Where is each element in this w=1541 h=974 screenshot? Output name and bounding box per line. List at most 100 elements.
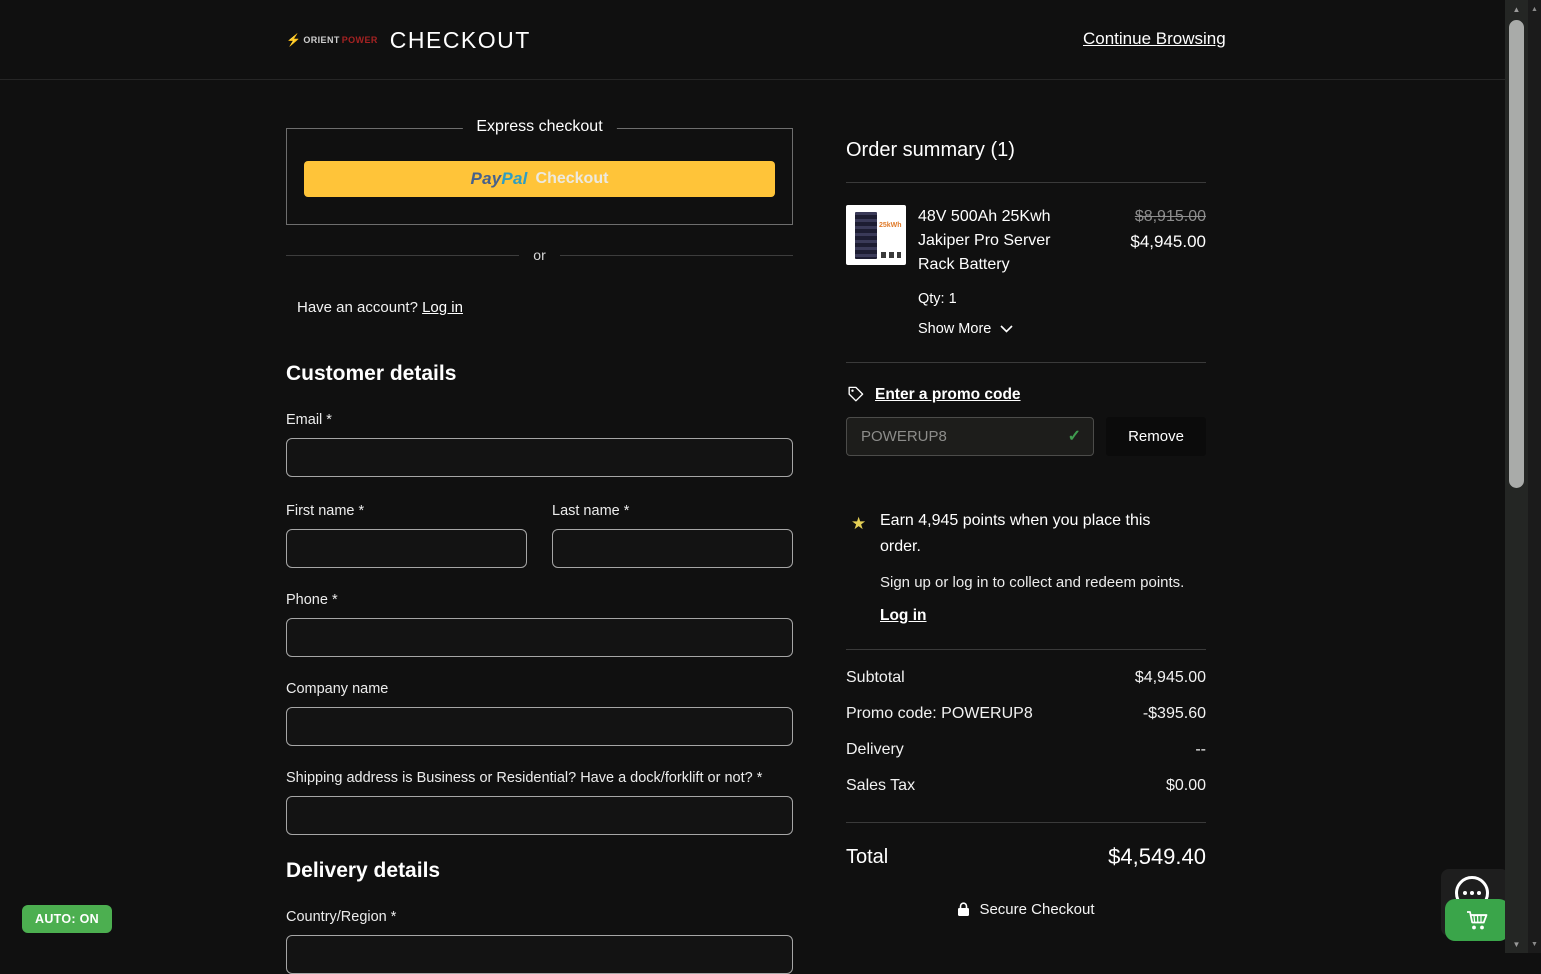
product-image: 25kWh [846,205,906,265]
original-price: $8,915.00 [1130,205,1206,229]
rewards-points-block: ★ Earn 4,945 points when you place this … [846,508,1206,625]
divider [846,362,1206,363]
express-checkout-box: Express checkout PayPal Checkout [286,128,793,225]
promo-discount-label: Promo code: POWERUP8 [846,696,1033,732]
or-divider: or [286,247,793,263]
delivery-row: Delivery -- [846,732,1206,768]
price-block: $8,915.00 $4,945.00 [1130,205,1206,277]
page-title: CHECKOUT [390,27,531,54]
chat-dot [1477,891,1481,895]
promo-discount-row: Promo code: POWERUP8 -$395.60 [846,696,1206,732]
cart-item: 25kWh 48V 500Ah 25Kwh Jakiper Pro Server… [846,205,1206,277]
country-region-label: Country/Region * [286,907,793,927]
last-name-group: Last name * [552,477,793,568]
email-label: Email * [286,410,793,430]
express-checkout-legend: Express checkout [462,118,616,136]
show-more-label: Show More [918,318,991,340]
last-name-field[interactable] [552,529,793,568]
secure-checkout-row: Secure Checkout [846,901,1206,918]
divider [846,649,1206,650]
promo-code-link-row[interactable]: Enter a promo code [846,385,1206,404]
paypal-checkout-button[interactable]: PayPal Checkout [304,161,775,197]
shipping-question-label: Shipping address is Business or Resident… [286,768,793,788]
scrollbar-thumb[interactable] [1509,20,1524,488]
email-field[interactable] [286,438,793,477]
divider-line [560,255,793,256]
or-text: or [533,247,545,263]
order-summary-panel: Order summary (1) 25kWh 48V 500Ah 25Kwh … [846,80,1206,918]
last-name-label: Last name * [552,501,793,521]
account-row: Have an account? Log in [286,299,793,316]
country-region-field[interactable] [286,935,793,974]
brand-power-text: POWER [342,35,378,45]
delivery-value: -- [1195,732,1206,768]
delivery-details-heading: Delivery details [286,857,793,885]
points-login-link[interactable]: Log in [880,607,927,625]
divider [846,822,1206,823]
promo-input-wrap: ✓ [846,417,1094,456]
subtotal-label: Subtotal [846,660,905,696]
promo-code-row: ✓ Remove [846,417,1206,456]
login-link[interactable]: Log in [422,299,463,316]
scroll-up-arrow[interactable]: ▲ [1528,1,1541,17]
company-name-label: Company name [286,679,793,699]
continue-browsing-link[interactable]: Continue Browsing [1083,29,1226,49]
item-quantity: Qty: 1 [918,289,1206,309]
orient-power-logo: ⚡ ORIENT POWER [286,34,378,46]
phone-label: Phone * [286,590,793,610]
chat-dot [1470,891,1474,895]
customer-details-heading: Customer details [286,360,793,388]
promo-discount-value: -$395.60 [1143,696,1206,732]
total-label: Total [846,837,888,877]
scrollbar-inner[interactable]: ▲ ▼ [1505,0,1528,953]
totals-list: Subtotal $4,945.00 Promo code: POWERUP8 … [846,660,1206,804]
paypal-checkout-text: Checkout [536,170,609,188]
scroll-down-arrow[interactable]: ▼ [1528,936,1541,952]
cart-button[interactable] [1445,899,1509,941]
checkout-form-column: Express checkout PayPal Checkout or Have… [286,80,793,974]
brand-logo: ⚡ ORIENT POWER CHECKOUT [286,0,531,80]
company-name-field[interactable] [286,707,793,746]
sales-tax-value: $0.00 [1166,768,1206,804]
paypal-pay-text: Pay [471,169,502,189]
auto-on-badge[interactable]: AUTO: ON [22,905,112,933]
scroll-down-arrow[interactable]: ▼ [1505,936,1528,952]
enter-promo-code-link[interactable]: Enter a promo code [875,386,1021,404]
total-value: $4,549.40 [1108,837,1206,877]
header: ⚡ ORIENT POWER CHECKOUT Continue Browsin… [0,0,1505,80]
promo-valid-check-icon: ✓ [1068,426,1081,446]
show-more-toggle[interactable]: Show More [918,318,1206,340]
signup-points-text: Sign up or log in to collect and redeem … [880,573,1206,593]
scrollbar-outer[interactable]: ▲ ▼ [1528,0,1541,953]
lock-icon [957,902,970,917]
name-row: First name * Last name * [286,477,793,568]
shopping-cart-icon [1464,908,1490,932]
first-name-field[interactable] [286,529,527,568]
tag-icon [846,385,865,404]
promo-code-input[interactable] [846,417,1094,456]
have-account-text: Have an account? [297,299,418,316]
battery-capacity-label: 25kWh [879,222,902,229]
remove-promo-button[interactable]: Remove [1106,417,1206,456]
sales-tax-label: Sales Tax [846,768,915,804]
phone-field[interactable] [286,618,793,657]
star-icon: ★ [851,514,866,534]
earn-points-text: Earn 4,945 points when you place this or… [880,508,1180,560]
first-name-group: First name * [286,477,527,568]
delivery-label: Delivery [846,732,904,768]
divider-line [286,255,519,256]
secure-checkout-label: Secure Checkout [979,901,1094,918]
chat-dot [1463,891,1467,895]
chevron-down-icon [1000,325,1013,333]
shipping-question-field[interactable] [286,796,793,835]
current-price: $4,945.00 [1130,229,1206,255]
lightning-bolt-icon: ⚡ [286,34,301,46]
brand-orient-text: ORIENT [303,35,339,45]
sales-tax-row: Sales Tax $0.00 [846,768,1206,804]
battery-rack-graphic [855,212,877,259]
grand-total-row: Total $4,549.40 [846,837,1206,877]
scroll-up-arrow[interactable]: ▲ [1505,1,1528,17]
first-name-label: First name * [286,501,527,521]
image-detail-marks [881,252,901,258]
paypal-pal-text: Pal [501,169,527,189]
